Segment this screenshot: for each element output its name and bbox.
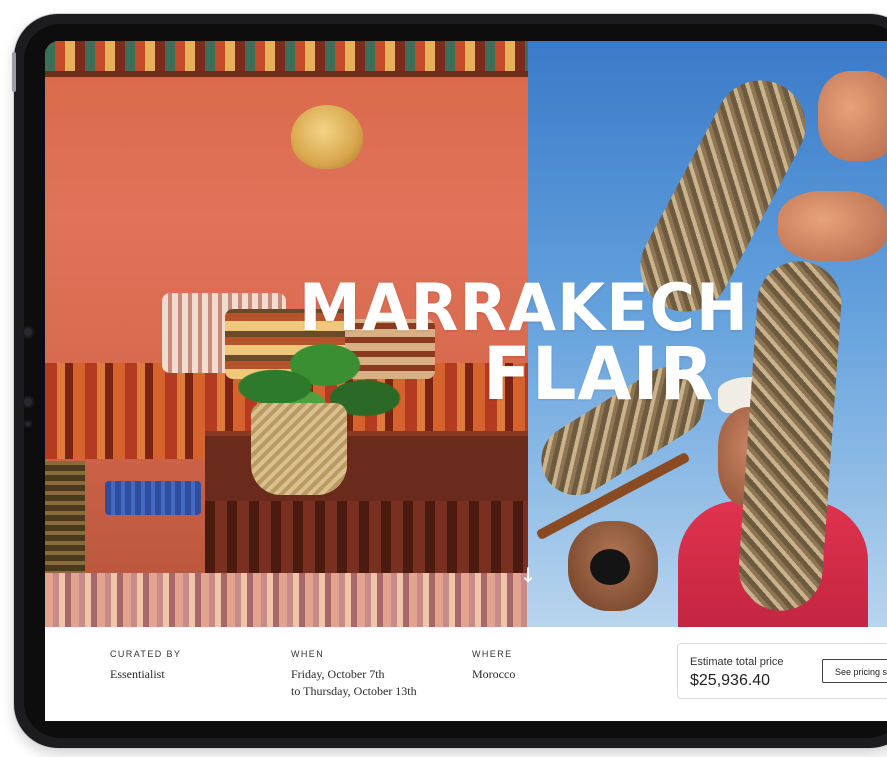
ceiling-beam (45, 71, 528, 77)
front-camera (22, 326, 34, 338)
when-section: WHEN Friday, October 7th to Thursday, Oc… (291, 649, 417, 700)
price-label: Estimate total price (690, 656, 784, 668)
curated-by-label: CURATED BY (110, 649, 182, 659)
volume-button (12, 52, 16, 92)
where-value: Morocco (472, 667, 516, 681)
price-estimate-card: Estimate total price $25,936.40 See pric… (677, 643, 887, 699)
striped-rug (45, 573, 528, 627)
trip-info-bar: CURATED BY Essentialist WHEN Friday, Oct… (85, 627, 887, 721)
price-value: $25,936.40 (690, 672, 771, 689)
blue-woven-stool (105, 481, 201, 515)
when-end: to Thursday, October 13th (291, 684, 417, 698)
woven-basket-pot (251, 403, 347, 495)
where-label: WHERE (472, 649, 513, 659)
see-pricing-button[interactable]: See pricing s (822, 659, 887, 683)
sensor-dot (22, 396, 34, 408)
app-screen: MARRAKECH FLAIR ↓ CURATED BY Essentialis… (45, 41, 887, 721)
sensor-dot-small (24, 420, 32, 428)
snake-charmer-photo (528, 41, 887, 627)
riad-interior-photo (45, 41, 528, 627)
camera-lens (590, 549, 630, 585)
carved-table-base (205, 501, 528, 583)
wicker-wall-lamp (291, 105, 363, 169)
arrow-down-icon[interactable]: ↓ (519, 565, 537, 585)
when-label: WHEN (291, 649, 325, 659)
when-start: Friday, October 7th (291, 667, 385, 681)
curated-by-value: Essentialist (110, 667, 165, 681)
hand (778, 191, 887, 261)
carved-ceiling (45, 41, 528, 75)
where-section: WHERE Morocco (472, 649, 515, 683)
curated-by-section: CURATED BY Essentialist (110, 649, 181, 683)
hand (818, 71, 887, 161)
